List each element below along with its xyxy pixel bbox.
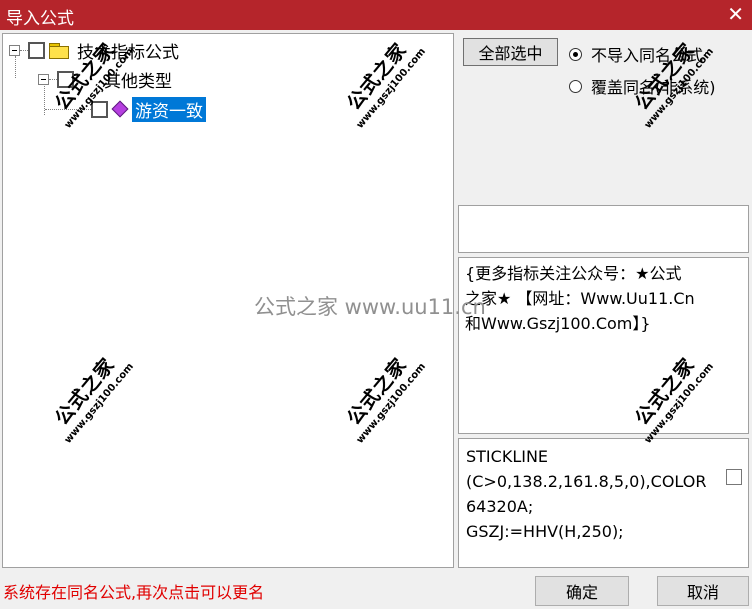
root-label: 技术指标公式 — [77, 42, 179, 63]
select-all-button[interactable]: 全部选中 — [463, 38, 558, 66]
tree-node-root[interactable]: 技术指标公式 — [9, 38, 179, 63]
root-checkbox[interactable] — [28, 41, 45, 59]
description-box[interactable]: {更多指标关注公众号：★公式 之家★ 【网址：Www.Uu11.Cn 和Www.… — [458, 257, 749, 434]
ok-button[interactable]: 确定 — [535, 576, 629, 606]
radio-icon-checked[interactable] — [569, 47, 582, 61]
folder-icon — [49, 42, 69, 59]
close-icon[interactable]: ✕ — [727, 3, 744, 25]
radio-overwrite-same-name[interactable]: 覆盖同名(非系统) — [569, 74, 716, 98]
window-title: 导入公式 — [6, 9, 74, 29]
code-text: STICKLINE (C>0,138.2,161.8,5,0),COLOR 64… — [466, 447, 707, 541]
blank-panel — [458, 205, 749, 253]
radio-overwrite-label: 覆盖同名(非系统) — [591, 78, 716, 97]
category-checkbox[interactable] — [57, 70, 74, 88]
category-label: 其他类型 — [104, 71, 172, 92]
cancel-button[interactable]: 取消 — [657, 576, 749, 606]
status-message: 系统存在同名公式,再次点击可以更名 — [3, 583, 265, 602]
radio-icon[interactable] — [569, 79, 582, 93]
gem-icon — [111, 100, 129, 118]
title-bar[interactable]: 导入公式 ✕ — [0, 0, 752, 30]
item-label[interactable]: 游资一致 — [132, 96, 206, 122]
description-text: {更多指标关注公众号：★公式 之家★ 【网址：Www.Uu11.Cn 和Www.… — [465, 264, 695, 333]
radio-skip-label: 不导入同名公式 — [591, 46, 704, 65]
watermark-text: 公式之家 www.uu11.cn — [254, 295, 486, 319]
item-checkbox[interactable] — [91, 100, 108, 118]
tree-connector — [45, 108, 91, 110]
collapse-icon[interactable] — [38, 73, 49, 85]
scroll-checkbox[interactable] — [726, 469, 742, 485]
tree-connector — [49, 78, 57, 80]
collapse-icon[interactable] — [9, 44, 20, 56]
tree-node-category[interactable]: 其他类型 — [38, 67, 172, 92]
radio-skip-same-name[interactable]: 不导入同名公式 — [569, 42, 703, 66]
tree-node-item[interactable]: 游资一致 — [45, 96, 206, 122]
tree-connector — [20, 49, 28, 51]
code-box[interactable]: STICKLINE (C>0,138.2,161.8,5,0),COLOR 64… — [458, 438, 749, 568]
